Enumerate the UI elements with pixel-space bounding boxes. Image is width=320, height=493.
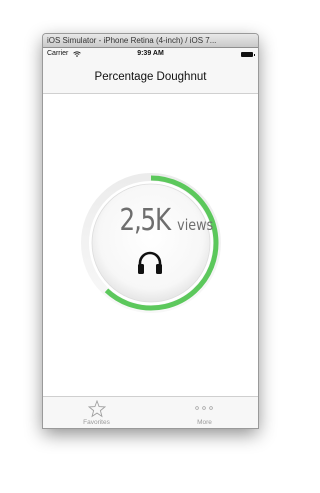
- tab-bar: Favorites More: [43, 396, 258, 428]
- simulator-window: iOS Simulator - iPhone Retina (4-inch) /…: [43, 34, 258, 428]
- tab-more[interactable]: More: [151, 397, 258, 428]
- headphones-icon: [138, 251, 162, 274]
- battery-icon: [241, 52, 255, 57]
- status-bar: Carrier 9:39 AM: [43, 48, 258, 61]
- tab-favorites[interactable]: Favorites: [43, 397, 150, 428]
- main-content: 2,5K views: [43, 94, 258, 396]
- views-count: 2,5K views: [114, 206, 214, 236]
- tab-favorites-label: Favorites: [83, 419, 110, 426]
- window-titlebar: iOS Simulator - iPhone Retina (4-inch) /…: [43, 34, 258, 48]
- status-time: 9:39 AM: [137, 50, 164, 57]
- star-icon: [88, 400, 106, 418]
- tab-more-label: More: [197, 419, 212, 426]
- navigation-bar: Percentage Doughnut: [43, 61, 258, 94]
- percentage-doughnut: [81, 173, 221, 313]
- views-number: 2,5K: [119, 203, 172, 238]
- views-unit: views: [177, 216, 214, 234]
- page-title: Percentage Doughnut: [94, 71, 207, 83]
- doughnut-inner-disc: [91, 183, 211, 303]
- more-dots-icon: [195, 406, 213, 410]
- window-title: iOS Simulator - iPhone Retina (4-inch) /…: [47, 36, 217, 45]
